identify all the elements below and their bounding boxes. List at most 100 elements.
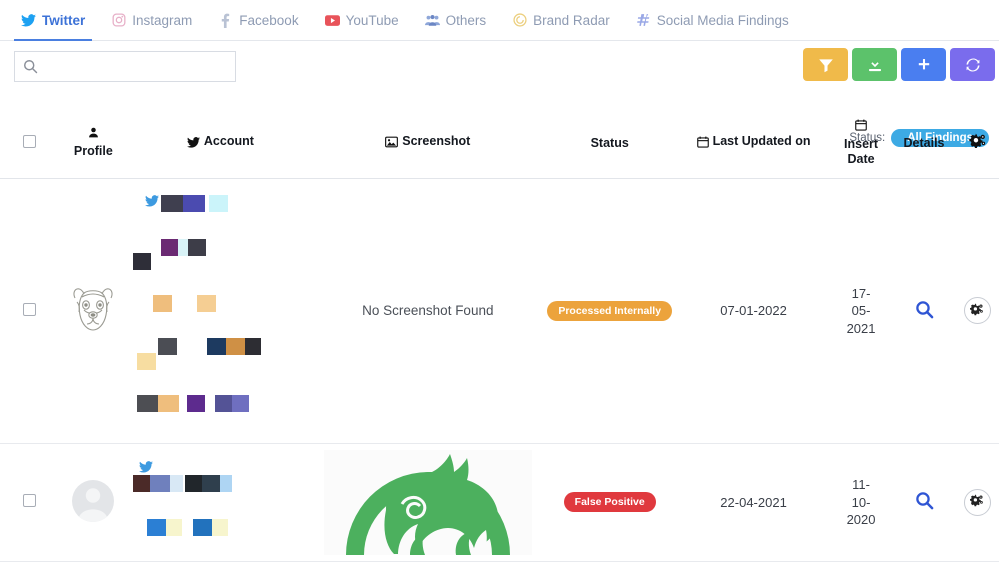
row-settings-button[interactable] <box>963 488 991 516</box>
download-button[interactable] <box>852 48 897 81</box>
header-last-updated[interactable]: Last Updated on <box>677 113 830 179</box>
redacted-segment <box>150 475 171 493</box>
header-account[interactable]: Account <box>127 113 314 179</box>
header-label: Status <box>590 135 629 150</box>
radar-circle-icon <box>512 13 527 28</box>
twitter-icon <box>145 195 160 210</box>
tab-others[interactable]: Others <box>412 0 500 40</box>
redacted-text-block <box>137 394 180 412</box>
header-screenshot[interactable]: Screenshot <box>313 113 542 179</box>
header-label: Insert Date <box>844 136 879 167</box>
header-row: Profile Account Screenshot Status Last U… <box>0 113 999 179</box>
redacted-text-block <box>133 252 152 270</box>
search-box[interactable] <box>14 51 236 82</box>
add-button[interactable] <box>901 48 946 81</box>
redacted-segment <box>188 238 207 256</box>
redacted-segment <box>245 337 262 355</box>
redacted-text-block <box>161 238 179 256</box>
refresh-button[interactable] <box>950 48 995 81</box>
redacted-text-block <box>215 394 250 412</box>
redacted-segment <box>170 475 184 493</box>
twitter-icon <box>186 136 200 148</box>
header-label: Profile <box>73 143 113 158</box>
people-group-icon <box>424 13 440 28</box>
tab-brand-radar[interactable]: Brand Radar <box>499 0 623 40</box>
gears-icon <box>969 133 986 152</box>
magnifier-icon[interactable] <box>915 491 934 513</box>
tab-facebook[interactable]: Facebook <box>205 0 311 40</box>
redacted-text-block <box>185 475 233 493</box>
redacted-text-block <box>147 519 183 537</box>
header-label: Screenshot <box>402 134 471 149</box>
gears-icon <box>970 494 984 510</box>
tab-youtube[interactable]: YouTube <box>312 0 412 40</box>
tab-label: Social Media Findings <box>656 12 789 28</box>
table-toolbar: Status: All Findings <box>0 41 999 147</box>
redacted-segment <box>207 337 227 355</box>
row-status-cell: False Positive <box>541 443 678 562</box>
header-insert-date[interactable]: Insert Date <box>829 113 893 179</box>
redacted-text-block <box>161 194 206 212</box>
row-account-cell <box>127 178 314 444</box>
table-row[interactable]: No Screenshot Found Processed Internally… <box>0 178 999 444</box>
magnifier-icon[interactable] <box>915 300 934 322</box>
redacted-segment <box>220 475 233 493</box>
table-body: No Screenshot Found Processed Internally… <box>0 178 999 562</box>
tab-twitter[interactable]: Twitter <box>8 0 98 41</box>
redacted-segment <box>161 238 179 256</box>
header-label: Details <box>903 135 945 150</box>
tab-instagram[interactable]: Instagram <box>98 0 205 40</box>
select-all-checkbox[interactable] <box>23 134 37 148</box>
row-profile-cell <box>59 178 128 444</box>
calendar-icon <box>696 136 709 148</box>
tab-label: Twitter <box>42 12 86 28</box>
screenshot-thumbnail[interactable] <box>323 449 532 555</box>
filter-icon <box>818 57 834 73</box>
redacted-segment <box>178 238 189 256</box>
redacted-text-block <box>187 394 206 412</box>
redacted-segment <box>226 337 246 355</box>
search-input[interactable] <box>52 52 232 81</box>
twitter-icon <box>21 13 36 28</box>
redacted-segment <box>137 394 159 412</box>
row-settings-cell <box>955 443 999 562</box>
row-checkbox-cell <box>0 443 60 562</box>
redacted-text-block <box>158 337 178 355</box>
findings-table: Profile Account Screenshot Status Last U… <box>0 113 999 562</box>
user-icon <box>88 127 99 143</box>
redacted-segment <box>202 475 221 493</box>
redacted-segment <box>212 519 229 537</box>
redacted-segment <box>209 194 229 212</box>
header-status[interactable]: Status <box>541 113 678 179</box>
tab-social-media-findings[interactable]: Social Media Findings <box>623 0 802 40</box>
youtube-icon <box>324 13 340 28</box>
status-badge: False Positive <box>563 492 656 513</box>
header-settings[interactable] <box>955 113 999 179</box>
row-settings-button[interactable] <box>963 297 991 325</box>
redacted-segment <box>166 519 183 537</box>
header-details: Details <box>892 113 956 179</box>
twitter-icon <box>139 461 154 476</box>
redacted-segment <box>215 394 233 412</box>
row-checkbox[interactable] <box>23 494 37 508</box>
row-checkbox[interactable] <box>23 302 37 316</box>
toolbar-button-group <box>803 48 995 81</box>
redacted-segment <box>187 394 206 412</box>
hashtag-icon <box>636 13 651 28</box>
table-row[interactable]: False Positive 22-04-2021 11- 10- 2020 <box>0 443 999 562</box>
redacted-text-block <box>188 238 207 256</box>
row-checkbox-cell <box>0 178 60 444</box>
row-last-updated: 07-01-2022 <box>677 178 830 444</box>
redacted-text-block <box>197 294 217 312</box>
tab-label: Brand Radar <box>533 12 610 28</box>
row-settings-cell <box>955 178 999 444</box>
row-insert-date: 17- 05- 2021 <box>829 178 893 444</box>
dog-sketch-avatar <box>68 285 118 336</box>
row-last-updated: 22-04-2021 <box>677 443 830 562</box>
header-profile[interactable]: Profile <box>59 113 128 179</box>
insert-date-value: 17- 05- 2021 <box>846 285 876 336</box>
facebook-icon <box>218 13 233 28</box>
filter-button[interactable] <box>803 48 848 81</box>
default-user-avatar <box>72 479 115 522</box>
redacted-text-block <box>133 475 184 493</box>
